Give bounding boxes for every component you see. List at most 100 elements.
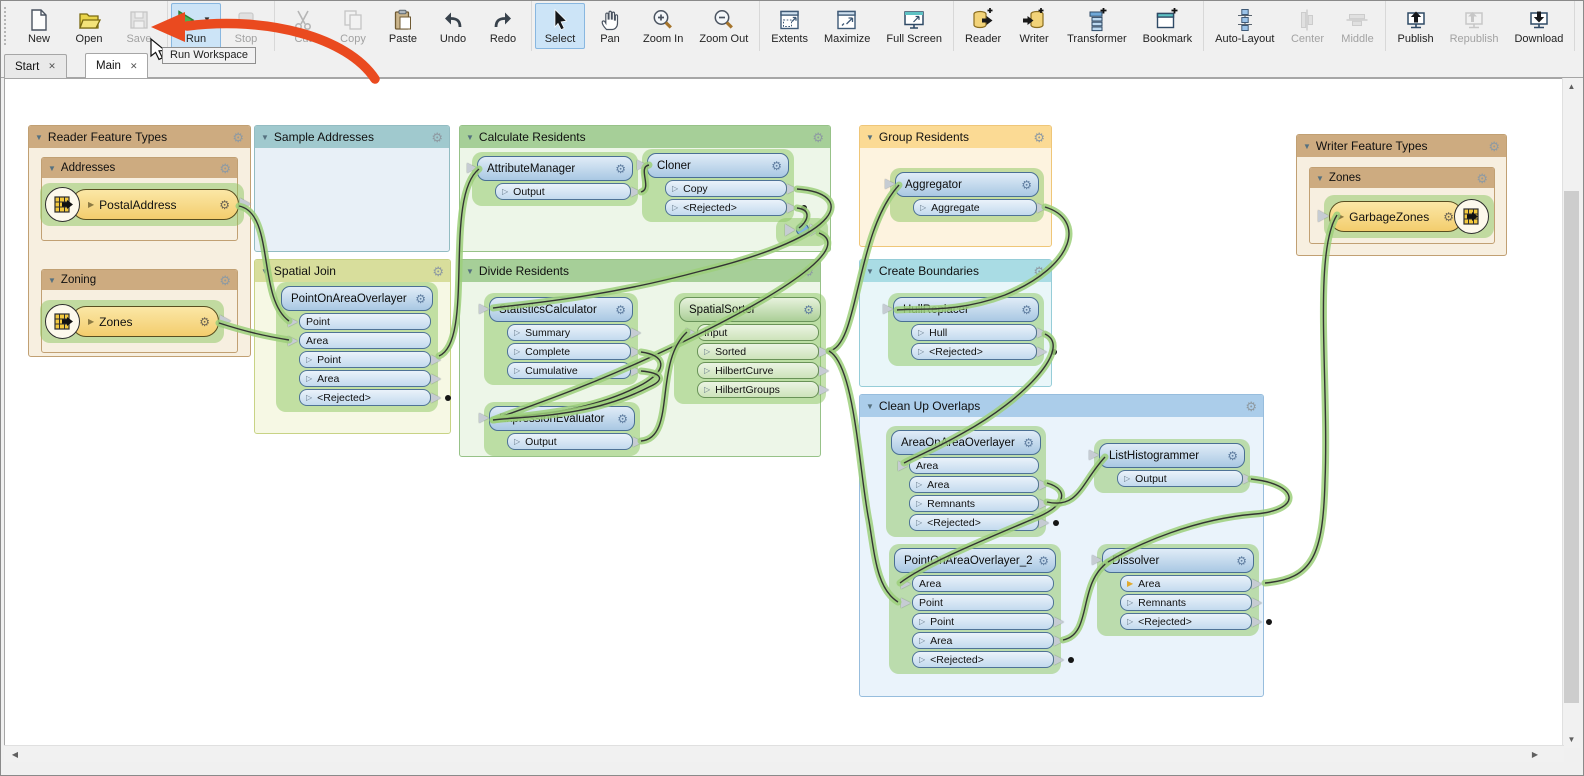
- reader-feature-type-Zones[interactable]: ▶ Zones ⚙: [45, 304, 231, 340]
- transformer-header[interactable]: SpatialSorter ⚙: [679, 297, 821, 322]
- bookmark-button[interactable]: Bookmark: [1135, 3, 1201, 49]
- port-HilbertCurve-out[interactable]: ▷ HilbertCurve: [697, 362, 829, 379]
- port-Point-in[interactable]: Point: [288, 313, 431, 330]
- bookmark-header[interactable]: ▼ Clean Up Overlaps ⚙: [860, 395, 1263, 417]
- output-port-triangle-icon[interactable]: [431, 374, 441, 384]
- input-port-triangle-icon[interactable]: [288, 317, 298, 327]
- input-port-triangle-icon[interactable]: [901, 579, 911, 589]
- port-Remnants-out[interactable]: ▷ Remnants: [909, 495, 1049, 512]
- run-dropdown-caret-icon[interactable]: ▼: [203, 16, 211, 24]
- junction-node[interactable]: [785, 223, 820, 236]
- transformer-Aggregator[interactable]: Aggregator ⚙ ▷ Aggregate: [885, 172, 1047, 218]
- middle-button[interactable]: Middle: [1332, 3, 1382, 49]
- pan-button[interactable]: Pan: [585, 3, 635, 49]
- output-port-triangle-icon[interactable]: [819, 385, 829, 395]
- transformer-header[interactable]: Aggregator ⚙: [885, 172, 1039, 197]
- gear-icon[interactable]: ⚙: [1443, 211, 1454, 223]
- output-port-triangle-icon[interactable]: [631, 328, 641, 338]
- output-port-triangle-icon[interactable]: [1039, 499, 1049, 509]
- gear-icon[interactable]: ⚙: [199, 316, 210, 328]
- transformer-HullReplacer[interactable]: HullReplacer ⚙ ▷ Hull ▷ <Rejected>: [883, 297, 1057, 362]
- save-button[interactable]: Save: [114, 3, 164, 49]
- port-HilbertGroups-out[interactable]: ▷ HilbertGroups: [697, 381, 829, 398]
- open-button[interactable]: Open: [64, 3, 114, 49]
- bookmark-header[interactable]: ▼ Zoning ⚙: [42, 270, 237, 290]
- collapse-triangle-icon[interactable]: ▼: [1316, 174, 1324, 183]
- port-Complete-out[interactable]: ▷ Complete: [507, 343, 641, 360]
- gear-icon[interactable]: ⚙: [1033, 265, 1045, 278]
- port-Point-out[interactable]: ▷ Point: [912, 613, 1064, 630]
- collapse-triangle-icon[interactable]: ▼: [866, 267, 874, 276]
- gear-icon[interactable]: ⚙: [617, 413, 628, 425]
- gear-icon[interactable]: ⚙: [219, 162, 231, 175]
- output-port-triangle-icon[interactable]: [1054, 636, 1064, 646]
- port-Rejected-out[interactable]: ▷ <Rejected>: [912, 651, 1074, 668]
- run-button[interactable]: ▼ Run: [171, 3, 221, 49]
- port-Output-out[interactable]: ▷ Output: [1117, 470, 1253, 487]
- vertical-scroll-thumb[interactable]: [1564, 191, 1579, 703]
- cut-button[interactable]: Cut: [278, 3, 328, 49]
- gear-icon[interactable]: ⚙: [1236, 555, 1247, 567]
- input-port-triangle-icon[interactable]: [901, 598, 911, 608]
- input-port-triangle-icon[interactable]: [1318, 210, 1329, 222]
- gear-icon[interactable]: ⚙: [1033, 131, 1045, 144]
- bookmark-header[interactable]: ▼ Create Boundaries ⚙: [860, 260, 1051, 282]
- port-Area-out[interactable]: ▶ Area: [1120, 575, 1262, 592]
- collapse-triangle-icon[interactable]: ▼: [466, 133, 474, 142]
- transformer-header[interactable]: ListHistogrammer ⚙: [1089, 443, 1245, 468]
- tab-close-icon[interactable]: ✕: [48, 61, 56, 72]
- bookmark-header[interactable]: ▼ Writer Feature Types ⚙: [1297, 135, 1506, 157]
- transformer-header[interactable]: ExpressionEvaluator ⚙: [479, 406, 635, 431]
- extents-button[interactable]: Extents: [763, 3, 816, 49]
- port-Input-in[interactable]: Input: [686, 324, 819, 341]
- transformer-PointOnAreaOverlayer_2[interactable]: PointOnAreaOverlayer_2 ⚙ Area Point ▷ Point ▷ A…: [894, 548, 1074, 670]
- port-Copy-out[interactable]: ▷ Copy: [665, 180, 797, 197]
- gear-icon[interactable]: ⚙: [803, 304, 814, 316]
- transformer-header[interactable]: AreaOnAreaOverlayer ⚙: [891, 430, 1041, 455]
- output-port-triangle-icon[interactable]: [431, 393, 441, 403]
- transformer-Dissolver[interactable]: Dissolver ⚙ ▶ Area ▷ Remnants ▷ <Rejected>: [1092, 548, 1272, 632]
- publish-button[interactable]: Publish: [1389, 3, 1441, 49]
- transformer-header[interactable]: HullReplacer ⚙: [883, 297, 1039, 322]
- port-Area-out[interactable]: ▷ Area: [909, 476, 1049, 493]
- collapse-triangle-icon[interactable]: ▼: [1303, 142, 1311, 151]
- output-port-triangle-icon[interactable]: [1037, 347, 1047, 357]
- vertical-scrollbar[interactable]: ▲ ▼: [1562, 78, 1580, 748]
- output-port-triangle-icon[interactable]: [1243, 474, 1253, 484]
- bookmark-header[interactable]: ▼ Calculate Residents ⚙: [460, 126, 830, 148]
- writer-button[interactable]: Writer: [1009, 3, 1059, 49]
- port-Rejected-out[interactable]: ▷ <Rejected>: [1120, 613, 1272, 630]
- scroll-right-arrow-icon[interactable]: ▶: [1530, 750, 1540, 759]
- input-port-triangle-icon[interactable]: [467, 163, 477, 173]
- transformer-button[interactable]: Transformer: [1059, 3, 1135, 49]
- port-Hull-out[interactable]: ▷ Hull: [911, 324, 1047, 341]
- full-screen-button[interactable]: Full Screen: [878, 3, 950, 49]
- collapse-triangle-icon[interactable]: ▼: [261, 133, 269, 142]
- port-Area-in[interactable]: Area: [901, 575, 1054, 592]
- gear-icon[interactable]: ⚙: [219, 274, 231, 287]
- output-port-triangle-icon[interactable]: [631, 347, 641, 357]
- new-button[interactable]: New: [14, 3, 64, 49]
- undo-button[interactable]: Undo: [428, 3, 478, 49]
- output-port-triangle-icon[interactable]: [1039, 480, 1049, 490]
- port-Point-out[interactable]: ▷ Point: [299, 351, 441, 368]
- feature-type-pill[interactable]: ▶ PostalAddress ⚙: [71, 189, 239, 220]
- input-port-triangle-icon[interactable]: [288, 336, 298, 346]
- output-port-triangle-icon[interactable]: [633, 437, 643, 447]
- input-port-triangle-icon[interactable]: [686, 328, 696, 338]
- gear-icon[interactable]: ⚙: [1021, 304, 1032, 316]
- gear-icon[interactable]: ⚙: [771, 160, 782, 172]
- port-Area-out[interactable]: ▷ Area: [299, 370, 441, 387]
- bookmark-sample-addresses[interactable]: ▼ Sample Addresses ⚙: [254, 125, 450, 252]
- gear-icon[interactable]: ⚙: [615, 304, 626, 316]
- scroll-left-arrow-icon[interactable]: ◀: [10, 750, 20, 759]
- gear-icon[interactable]: ⚙: [1227, 450, 1238, 462]
- input-port-triangle-icon[interactable]: [885, 179, 895, 189]
- input-port-triangle-icon[interactable]: [883, 304, 893, 314]
- port-Sorted-out[interactable]: ▷ Sorted: [697, 343, 829, 360]
- auto-layout-button[interactable]: Auto-Layout: [1207, 3, 1282, 49]
- output-port-triangle-icon[interactable]: [1252, 579, 1262, 589]
- gear-icon[interactable]: ⚙: [615, 163, 626, 175]
- port-Area-in[interactable]: Area: [898, 457, 1039, 474]
- port-Rejected-out[interactable]: ▷ <Rejected>: [911, 343, 1057, 360]
